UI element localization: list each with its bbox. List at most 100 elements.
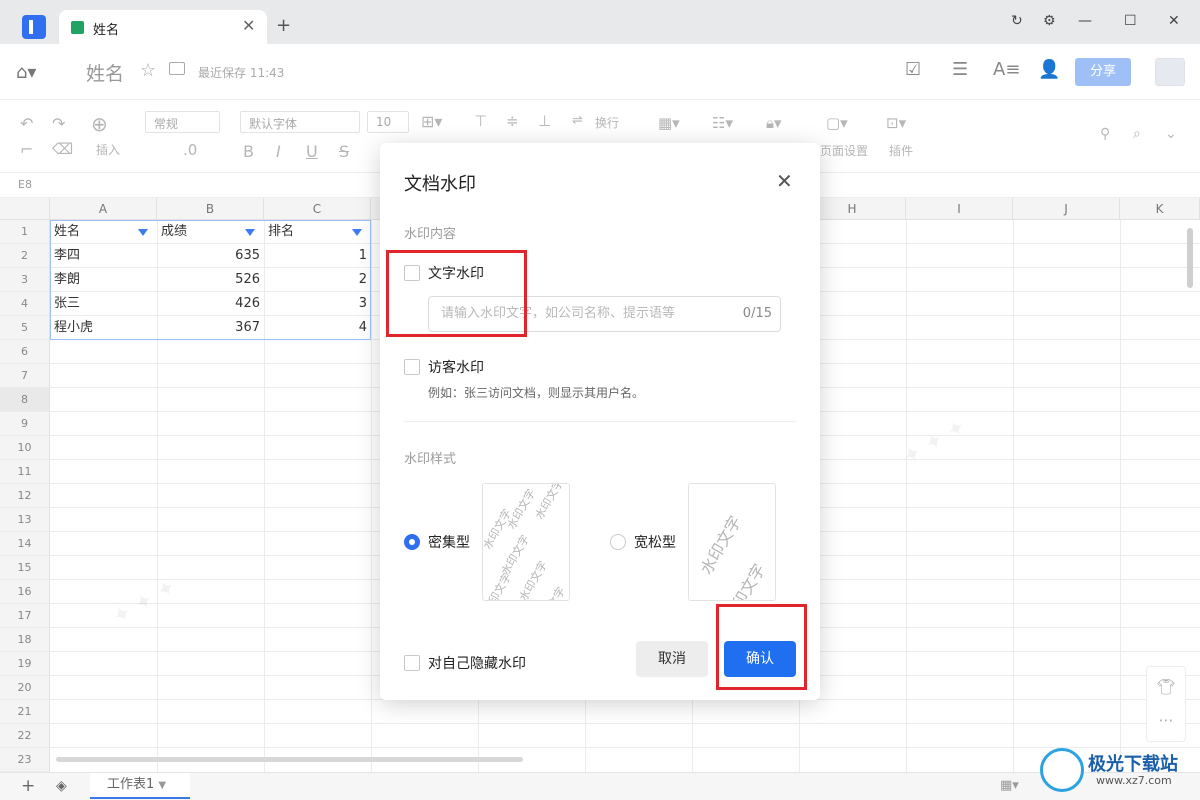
add-collaborator-icon[interactable]: 👤: [1038, 59, 1060, 80]
filter-icon[interactable]: [352, 229, 362, 236]
col-header-i[interactable]: I: [906, 198, 1013, 220]
row-header[interactable]: 19: [0, 652, 50, 676]
dense-style-label[interactable]: 密集型: [428, 532, 470, 552]
row-header[interactable]: 7: [0, 364, 50, 388]
menu-icon[interactable]: ☰: [952, 59, 968, 80]
maximize-icon[interactable]: ☐: [1124, 13, 1137, 29]
more-icon[interactable]: ⋯: [1146, 700, 1186, 742]
row-header[interactable]: 2: [0, 244, 50, 268]
align-middle-icon[interactable]: ≑: [506, 112, 519, 130]
review-icon[interactable]: ☑: [905, 59, 921, 80]
horizontal-scrollbar[interactable]: [56, 757, 523, 762]
table-cell[interactable]: 367: [157, 316, 264, 340]
filter-icon[interactable]: [138, 229, 148, 236]
cancel-button[interactable]: 取消: [636, 641, 708, 677]
row-header[interactable]: 18: [0, 628, 50, 652]
add-sheet-button[interactable]: +: [21, 776, 35, 796]
row-header[interactable]: 15: [0, 556, 50, 580]
wrap-text-icon[interactable]: ⇌: [572, 113, 583, 128]
row-header[interactable]: 3: [0, 268, 50, 292]
view-mode-icon[interactable]: ▦▾: [1000, 778, 1019, 793]
table-cell[interactable]: 李朗: [50, 268, 157, 292]
minimize-icon[interactable]: —: [1078, 13, 1092, 29]
undo-icon[interactable]: ↶: [20, 114, 33, 133]
underline-button[interactable]: U: [306, 142, 318, 161]
row-header[interactable]: 12: [0, 484, 50, 508]
refresh-icon[interactable]: ↻: [1011, 13, 1023, 29]
close-window-icon[interactable]: ✕: [1168, 13, 1180, 29]
table-cell[interactable]: 526: [157, 268, 264, 292]
share-button[interactable]: 分享: [1075, 58, 1131, 86]
loose-style-label[interactable]: 宽松型: [634, 532, 676, 552]
plugin-icon[interactable]: ⊡▾: [886, 114, 906, 132]
close-icon[interactable]: ✕: [776, 169, 793, 193]
row-header[interactable]: 20: [0, 676, 50, 700]
row-header[interactable]: 8: [0, 388, 50, 412]
sheet-tab[interactable]: 工作表1 ▼: [90, 773, 190, 799]
col-header-j[interactable]: J: [1013, 198, 1120, 220]
font-size-select[interactable]: 10: [367, 111, 409, 133]
hide-self-checkbox[interactable]: [404, 655, 420, 671]
table-cell[interactable]: 4: [264, 316, 371, 340]
new-tab-button[interactable]: +: [276, 15, 291, 36]
visitor-watermark-label[interactable]: 访客水印: [428, 357, 484, 377]
text-format-icon[interactable]: A≡: [993, 59, 1020, 80]
row-header[interactable]: 23: [0, 748, 50, 772]
table-cell[interactable]: 426: [157, 292, 264, 316]
font-select[interactable]: 默认字体: [240, 111, 360, 133]
star-icon[interactable]: ☆: [140, 60, 156, 81]
format-painter-icon[interactable]: ⌐: [20, 140, 33, 159]
table-cell[interactable]: 3: [264, 292, 371, 316]
col-header-a[interactable]: A: [50, 198, 157, 220]
avatar[interactable]: [1155, 58, 1185, 86]
bold-button[interactable]: B: [243, 142, 254, 161]
settings-icon[interactable]: ⚙: [1043, 13, 1056, 29]
document-tab[interactable]: 姓名 ✕: [59, 10, 267, 44]
table-cell[interactable]: 张三: [50, 292, 157, 316]
table-cell[interactable]: 李四: [50, 244, 157, 268]
wrap-label[interactable]: 换行: [595, 114, 619, 131]
row-header[interactable]: 1: [0, 220, 50, 244]
col-header-k[interactable]: K: [1120, 198, 1200, 220]
row-header[interactable]: 9: [0, 412, 50, 436]
clear-format-icon[interactable]: ☷▾: [712, 114, 733, 132]
insert-icon[interactable]: ⊕: [91, 112, 108, 136]
move-folder-icon[interactable]: [169, 62, 185, 75]
home-icon[interactable]: ⌂▾: [16, 62, 36, 83]
filter-icon[interactable]: [245, 229, 255, 236]
strikethrough-button[interactable]: S: [339, 142, 349, 161]
border-icon[interactable]: ⊞▾: [421, 112, 442, 131]
row-header[interactable]: 16: [0, 580, 50, 604]
vertical-scrollbar[interactable]: [1187, 228, 1193, 288]
table-cell[interactable]: 1: [264, 244, 371, 268]
page-setup-label[interactable]: 页面设置: [820, 142, 868, 159]
tab-close-icon[interactable]: ✕: [242, 16, 255, 35]
eraser-icon[interactable]: ⌫: [52, 140, 73, 158]
row-header[interactable]: 11: [0, 460, 50, 484]
loose-preview[interactable]: 水印文字 水印文字: [688, 483, 776, 601]
hide-self-label[interactable]: 对自己隐藏水印: [428, 653, 526, 673]
row-header[interactable]: 17: [0, 604, 50, 628]
app-logo-icon[interactable]: [22, 15, 46, 39]
align-bottom-icon[interactable]: ⊥: [538, 112, 551, 130]
col-header-c[interactable]: C: [264, 198, 371, 220]
plugin-label[interactable]: 插件: [889, 142, 913, 159]
row-header[interactable]: 21: [0, 700, 50, 724]
row-header[interactable]: 14: [0, 532, 50, 556]
row-header[interactable]: 6: [0, 340, 50, 364]
decimal-value[interactable]: .0: [183, 141, 197, 159]
number-format-select[interactable]: 常规: [145, 111, 220, 133]
row-header[interactable]: 10: [0, 436, 50, 460]
table-cell[interactable]: 程小虎: [50, 316, 157, 340]
visitor-watermark-checkbox[interactable]: [404, 359, 420, 375]
chevron-down-icon[interactable]: ▼: [158, 780, 166, 791]
redo-icon[interactable]: ↷: [52, 114, 65, 133]
row-header[interactable]: 22: [0, 724, 50, 748]
table-cell[interactable]: 635: [157, 244, 264, 268]
dense-style-radio[interactable]: [404, 534, 420, 550]
cell-style-icon[interactable]: ▦▾: [658, 114, 680, 132]
page-setup-icon[interactable]: ▢▾: [826, 114, 848, 132]
row-header[interactable]: 13: [0, 508, 50, 532]
search-icon[interactable]: ⌕: [1133, 126, 1141, 142]
dense-preview[interactable]: 水印文字 水印文字 水印文字 水印文字 水印文字 水印文字 水印文字 水印文字: [482, 483, 570, 601]
